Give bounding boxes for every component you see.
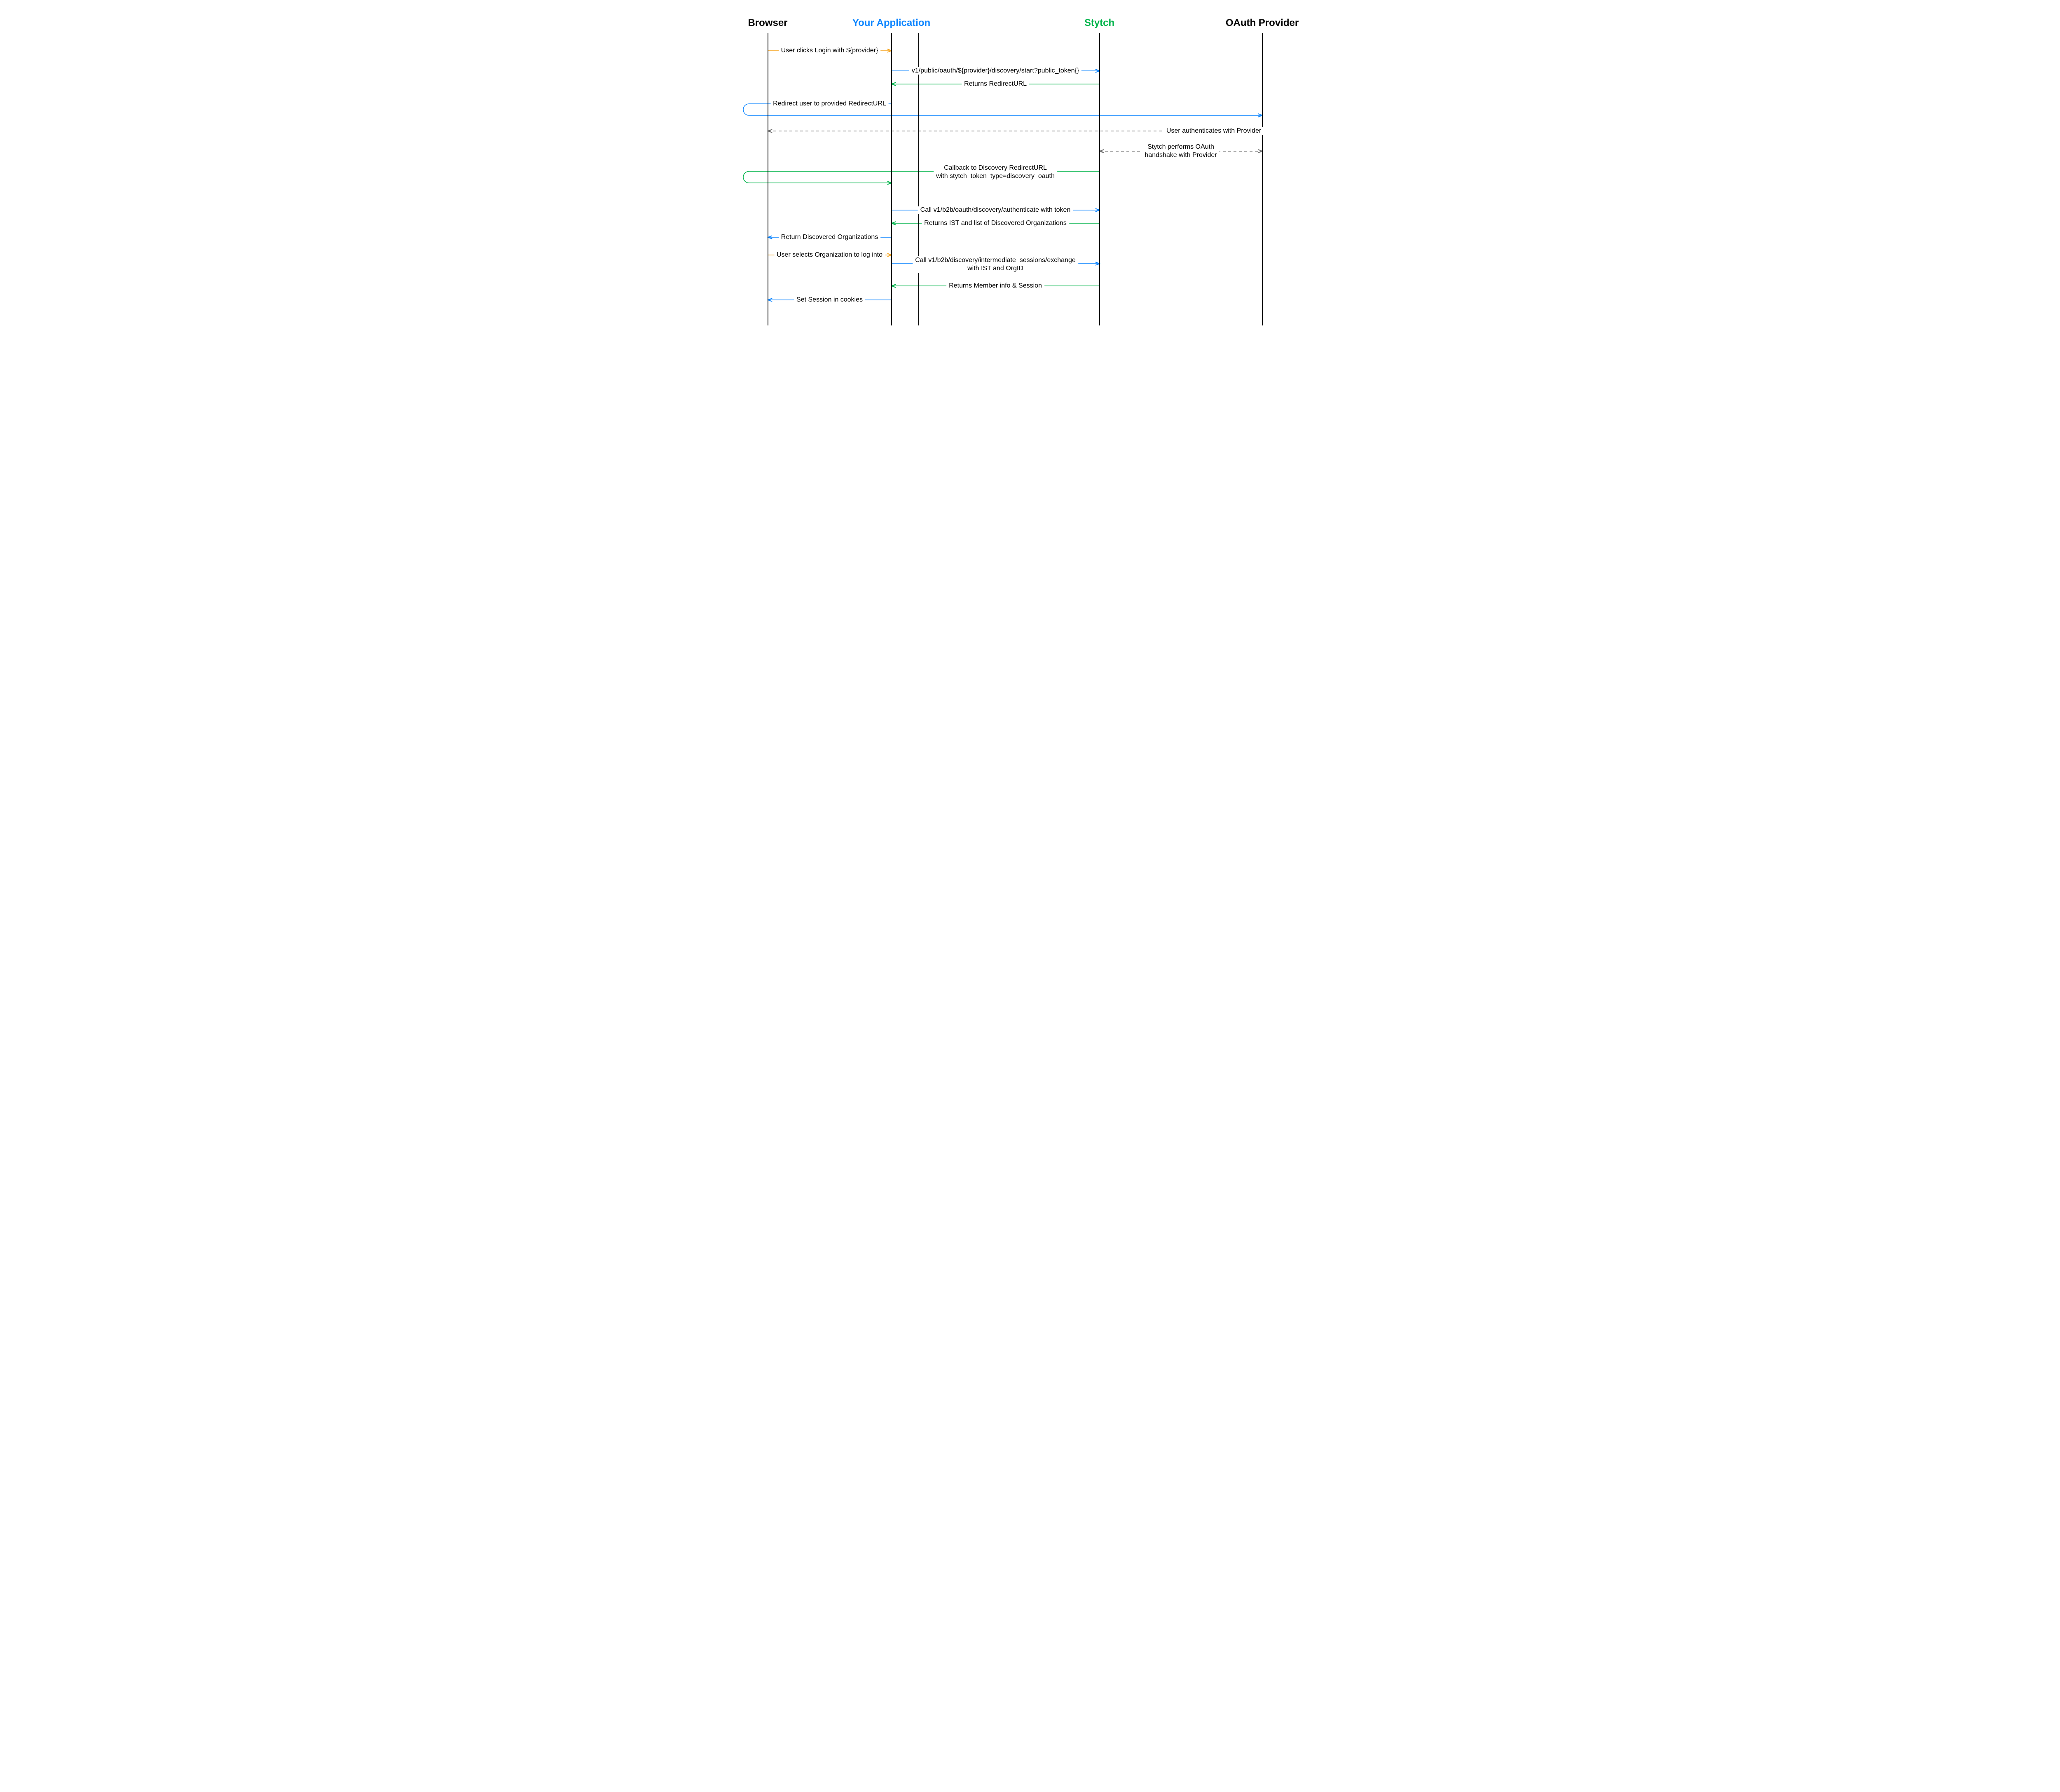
message-label: Call v1/b2b/oauth/discovery/authenticate… [918, 206, 1073, 214]
lifeline-app-shadow [918, 33, 919, 325]
message-label: User clicks Login with ${provider} [779, 47, 881, 54]
message-label: Call v1/b2b/discovery/intermediate_sessi… [913, 256, 1078, 273]
message-label: Returns IST and list of Discovered Organ… [922, 220, 1069, 227]
message-label: Redirect user to provided RedirectURL [770, 100, 889, 108]
message-label: v1/public/oauth/${provider}/discovery/st… [909, 67, 1082, 75]
message-label: Return Discovered Organizations [779, 234, 881, 241]
message-label: User authenticates with Provider [1164, 127, 1264, 135]
lifeline-app [891, 33, 892, 325]
message-label: Stytch performs OAuthhandshake with Prov… [1142, 143, 1219, 159]
sequence-diagram: Browser Your Application Stytch OAuth Provi… [723, 0, 1338, 358]
message-label: Returns Member info & Session [946, 282, 1044, 290]
message-label: Callback to Discovery RedirectURLwith st… [934, 164, 1057, 180]
message-label: Set Session in cookies [794, 296, 865, 304]
actor-label-app: Your Application [852, 17, 930, 29]
message-label: Returns RedirectURL [962, 80, 1029, 88]
lifeline-stytch [1099, 33, 1100, 325]
lifeline-provider [1262, 33, 1263, 325]
actor-label-browser: Browser [748, 17, 787, 29]
actor-label-stytch: Stytch [1084, 17, 1114, 29]
actor-label-provider: OAuth Provider [1226, 17, 1299, 29]
message-label: User selects Organization to log into [774, 251, 885, 259]
